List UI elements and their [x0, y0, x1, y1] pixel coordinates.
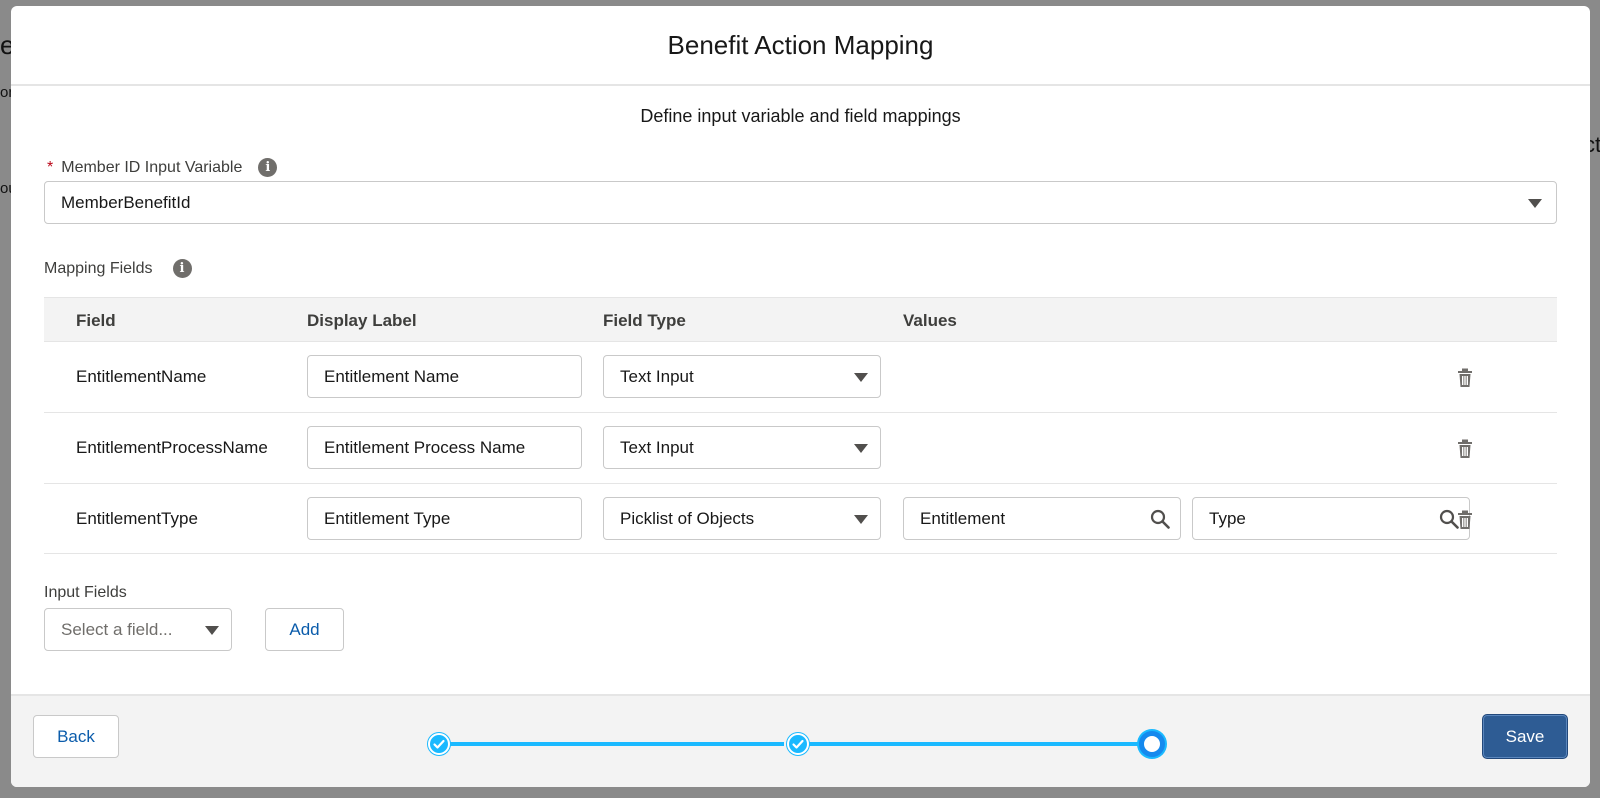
info-icon[interactable]: i — [172, 259, 192, 278]
trash-icon[interactable] — [1457, 368, 1473, 388]
display-label-input[interactable]: Entitlement Type — [307, 497, 582, 540]
save-button[interactable]: Save — [1482, 714, 1568, 759]
modal-header: Benefit Action Mapping — [11, 6, 1590, 86]
column-header-values: Values — [903, 311, 957, 330]
column-header-display-label: Display Label — [307, 311, 417, 330]
checkmark-icon — [792, 739, 804, 749]
modal-title: Benefit Action Mapping — [667, 29, 934, 60]
field-name: EntitlementType — [76, 509, 198, 528]
step-current-icon[interactable] — [1139, 731, 1165, 757]
step-complete-icon[interactable] — [428, 733, 450, 755]
member-id-value: MemberBenefitId — [61, 192, 191, 212]
field-name: EntitlementName — [76, 367, 207, 386]
field-type-select[interactable]: Picklist of Objects — [603, 497, 881, 540]
table-header: Field Display Label Field Type Values — [44, 297, 1557, 341]
table-row: EntitlementName Entitlement Name Text In… — [44, 341, 1557, 412]
mapping-table: Field Display Label Field Type Values En… — [44, 297, 1557, 554]
chevron-down-icon — [854, 372, 868, 382]
value-object-text: Entitlement — [920, 508, 1006, 528]
mapping-fields-label-text: Mapping Fields — [44, 259, 153, 277]
input-fields-label: Input Fields — [44, 584, 127, 601]
chevron-down-icon — [854, 443, 868, 453]
back-button[interactable]: Back — [33, 715, 119, 758]
column-header-field-type: Field Type — [603, 311, 686, 330]
trash-icon[interactable] — [1457, 439, 1473, 459]
progress-bar-segment — [804, 742, 1149, 746]
input-field-placeholder: Select a field... — [61, 619, 173, 639]
required-marker: * — [47, 158, 54, 176]
modal-subtitle: Define input variable and field mappings — [640, 106, 961, 126]
field-type-value: Text Input — [620, 437, 694, 457]
field-type-select[interactable]: Text Input — [603, 426, 881, 469]
input-field-select[interactable]: Select a field... — [44, 608, 232, 651]
member-id-label-text: Member ID Input Variable — [61, 158, 243, 176]
display-label-value: Entitlement Type — [324, 508, 451, 528]
progress-bar-segment — [439, 742, 784, 746]
field-name: EntitlementProcessName — [76, 438, 268, 457]
step-complete-icon[interactable] — [787, 733, 809, 755]
field-type-value: Picklist of Objects — [620, 508, 755, 528]
value-field-lookup[interactable]: Type — [1192, 497, 1470, 540]
display-label-value: Entitlement Process Name — [324, 437, 526, 457]
chevron-down-icon — [1528, 198, 1542, 208]
info-icon[interactable]: i — [258, 158, 278, 177]
display-label-input[interactable]: Entitlement Name — [307, 355, 582, 398]
field-type-select[interactable]: Text Input — [603, 355, 881, 398]
search-icon — [1150, 509, 1170, 529]
display-label-input[interactable]: Entitlement Process Name — [307, 426, 582, 469]
chevron-down-icon — [854, 514, 868, 524]
benefit-action-mapping-modal: Benefit Action Mapping Define input vari… — [11, 6, 1590, 787]
trash-icon[interactable] — [1457, 510, 1473, 530]
add-button[interactable]: Add — [265, 608, 344, 651]
value-field-text: Type — [1209, 508, 1246, 528]
column-header-field: Field — [76, 311, 116, 330]
mapping-fields-label: Mapping Fields i — [44, 259, 192, 278]
value-object-lookup[interactable]: Entitlement — [903, 497, 1181, 540]
chevron-down-icon — [205, 625, 219, 635]
checkmark-icon — [433, 739, 445, 749]
display-label-value: Entitlement Name — [324, 366, 460, 386]
member-id-combobox[interactable]: MemberBenefitId — [44, 181, 1557, 224]
field-type-value: Text Input — [620, 366, 694, 386]
table-row: EntitlementProcessName Entitlement Proce… — [44, 412, 1557, 483]
table-row: EntitlementType Entitlement Type Picklis… — [44, 483, 1557, 554]
modal-footer: Back Save — [11, 694, 1590, 787]
search-icon — [1439, 509, 1459, 529]
member-id-label: * Member ID Input Variable i — [47, 158, 278, 177]
